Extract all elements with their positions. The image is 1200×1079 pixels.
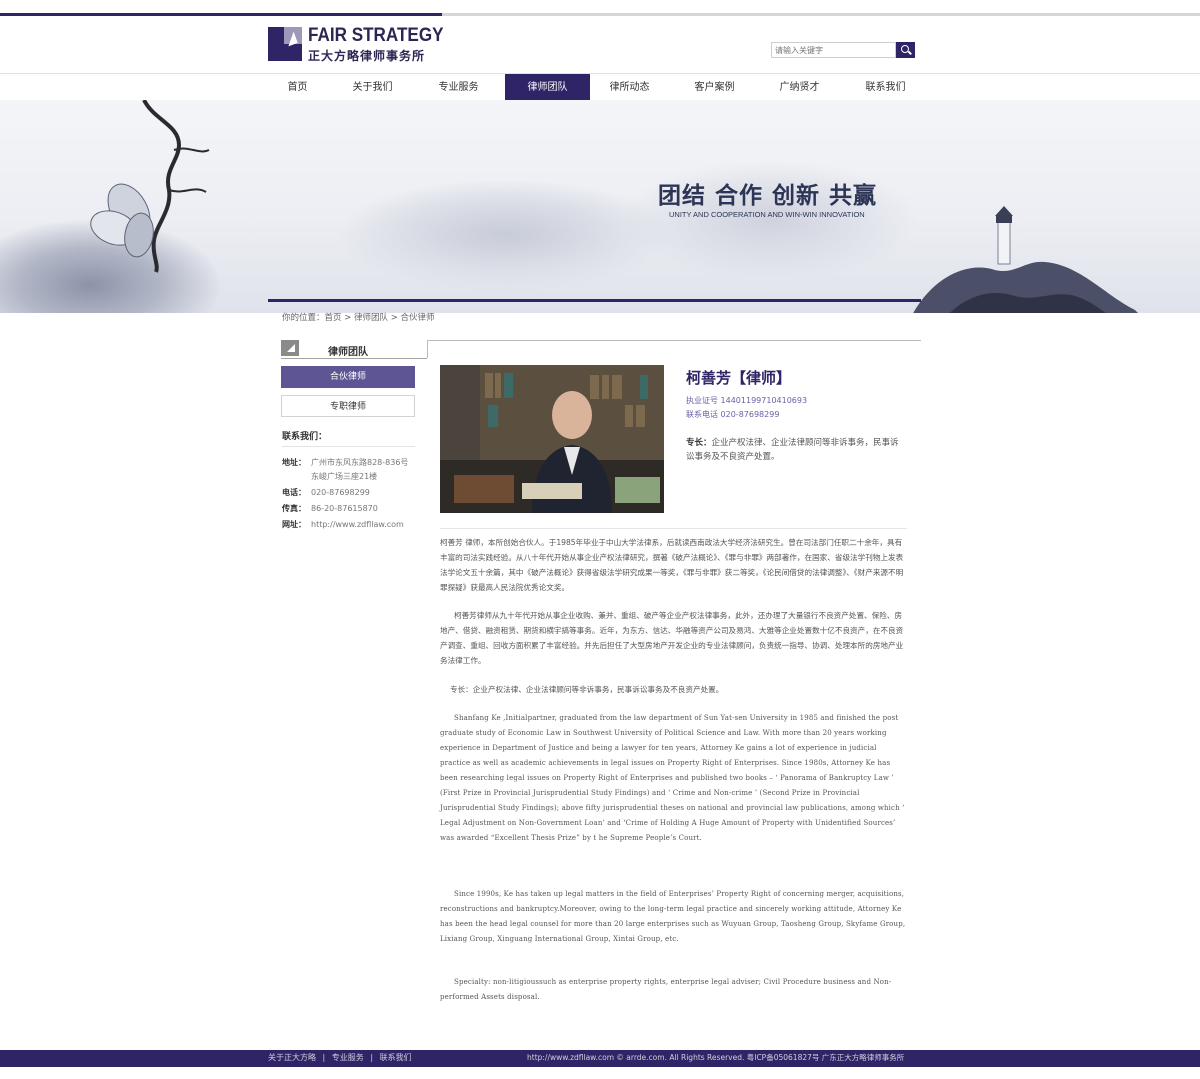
- footer: 关于正大方略 | 专业服务 | 联系我们 http://www.zdfllaw.…: [0, 1050, 1200, 1067]
- nav-item-news[interactable]: 律所动态: [587, 74, 672, 101]
- bio-specialty: 专长：企业产权法律、企业法律顾问等非诉事务，民事诉讼事务及不良资产处置。: [450, 685, 724, 694]
- bio-paragraph-en-2: Since 1990s, Ke has taken up legal matte…: [440, 890, 906, 943]
- main-nav: 首页 关于我们 专业服务 律师团队 律所动态 客户案例 广纳贤才 联系我们: [255, 74, 945, 101]
- footer-link-about[interactable]: 关于正大方略: [268, 1053, 316, 1062]
- banner-underline: [268, 299, 921, 302]
- sidebar-heading: 律师团队: [281, 340, 427, 359]
- footer-separator: |: [370, 1053, 374, 1062]
- contact-title: 联系我们：: [282, 432, 328, 442]
- search-box: [771, 42, 915, 58]
- section-rule: [427, 340, 921, 358]
- banner-title: 团结 合作 创新 共赢: [658, 183, 878, 209]
- bio-paragraph-en-1: Shanfang Ke ,Initialpartner, graduated f…: [440, 714, 905, 842]
- nav-item-services[interactable]: 专业服务: [416, 74, 501, 101]
- logo-text-cn: 正大方略律师事务所: [308, 49, 426, 63]
- bio-paragraph-1: 柯善芳 律师，本所创始合伙人。于1985年毕业于中山大学法律系，后就读西南政法大…: [440, 538, 904, 592]
- footer-link-services[interactable]: 专业服务: [332, 1053, 364, 1062]
- footer-links: 关于正大方略 | 专业服务 | 联系我们: [268, 1052, 416, 1063]
- lawyer-photo: [440, 365, 664, 513]
- nav-item-home[interactable]: 首页: [255, 74, 340, 101]
- footer-copyright: http://www.zdfllaw.com © arrde.com. All …: [527, 1053, 905, 1062]
- specialty-label: 专长：: [686, 438, 712, 448]
- bio-paragraph-en-3: Specialty: non-litigioussuch as enterpri…: [440, 978, 892, 1001]
- lawyer-specialty: 专长：企业产权法律、企业法律顾问等非诉事务，民事诉讼事务及不良资产处置。: [686, 436, 906, 464]
- specialty-text: 企业产权法律、企业法律顾问等非诉事务，民事诉讼事务及不良资产处置。: [686, 438, 899, 462]
- logo-text-en: FAIR STRATEGY: [308, 25, 444, 46]
- logo[interactable]: FAIR STRATEGY 正大方略律师事务所: [268, 25, 444, 63]
- banner-subtitle: UNITY AND COOPERATION AND WIN-WIN INNOVA…: [669, 210, 865, 219]
- search-input[interactable]: [771, 42, 896, 58]
- search-button[interactable]: [896, 42, 915, 58]
- sidebar-heading-label: 律师团队: [328, 347, 368, 358]
- lawyer-phone: 联系电话 020-87698299: [686, 410, 780, 419]
- lawyer-license: 执业证号 14401199710410693: [686, 396, 808, 405]
- lighthouse-hill-image: [913, 206, 1138, 313]
- footer-separator: |: [322, 1053, 326, 1062]
- contact-divider: [282, 446, 415, 447]
- breadcrumb[interactable]: 你的位置：首页 > 律师团队 > 合伙律师: [282, 311, 435, 323]
- top-line-accent: [0, 13, 442, 16]
- sidebar-item-associates[interactable]: 专职律师: [281, 395, 415, 417]
- footer-link-contact[interactable]: 联系我们: [380, 1053, 412, 1062]
- nav-item-cases[interactable]: 客户案例: [672, 74, 757, 101]
- nav-item-careers[interactable]: 广纳贤才: [757, 74, 842, 101]
- main-nav-bar: 首页 关于我们 专业服务 律师团队 律所动态 客户案例 广纳贤才 联系我们: [0, 73, 1200, 101]
- nav-item-lawyers[interactable]: 律师团队: [505, 74, 590, 101]
- content-divider: [440, 528, 907, 529]
- top-line: [0, 13, 1200, 16]
- hero-banner: 团结 合作 创新 共赢 UNITY AND COOPERATION AND WI…: [0, 100, 1200, 313]
- nav-item-about[interactable]: 关于我们: [330, 74, 415, 101]
- logo-mark-icon: [268, 27, 302, 61]
- lawyer-name: 柯善芳【律师】: [686, 369, 792, 387]
- bio-paragraph-2: 柯善芳律师从九十年代开始从事企业收购、兼并、重组、破产等企业产权法律事务，此外，…: [440, 611, 904, 665]
- magnolia-branch-image: [90, 100, 210, 273]
- sidebar-item-partners[interactable]: 合伙律师: [281, 366, 415, 388]
- paper-plane-icon: [281, 340, 299, 356]
- banner-mist: [340, 180, 670, 290]
- nav-item-contact[interactable]: 联系我们: [843, 74, 928, 101]
